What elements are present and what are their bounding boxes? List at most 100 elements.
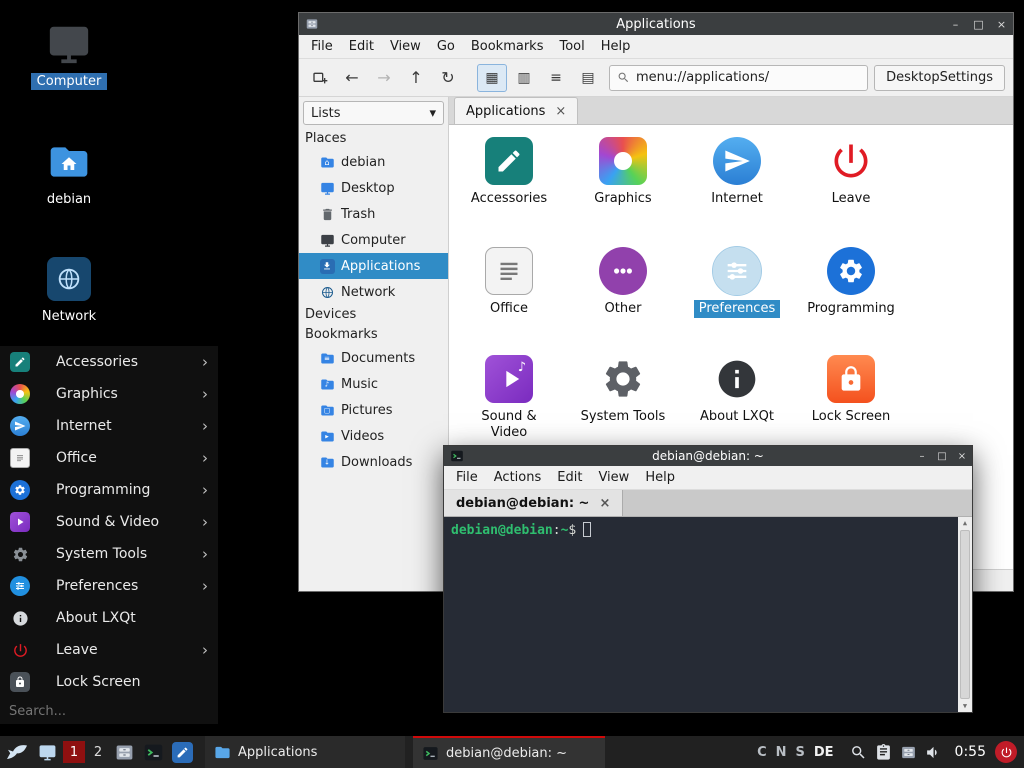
fm-menu-go[interactable]: Go xyxy=(429,35,463,58)
minimize-button[interactable]: – xyxy=(912,451,932,462)
desktop-icon xyxy=(38,743,57,762)
desktop-icon-computer[interactable]: Computer xyxy=(21,20,117,90)
menu-item-accessories[interactable]: Accessories › xyxy=(0,346,218,378)
sidebar-item-desktop[interactable]: Desktop xyxy=(299,175,448,201)
menu-item-graphics[interactable]: Graphics › xyxy=(0,378,218,410)
sidebar-mode-dropdown[interactable]: Lists ▾ xyxy=(303,101,444,125)
app-tile-other[interactable]: Other xyxy=(573,247,673,318)
app-tile-preferences[interactable]: Preferences xyxy=(687,247,787,318)
detailed-view-button[interactable]: ▤ xyxy=(573,64,603,92)
app-tile-about-lxqt[interactable]: About LXQt xyxy=(687,355,787,426)
terminal-menu-actions[interactable]: Actions xyxy=(486,466,550,489)
menu-search-input[interactable] xyxy=(9,704,209,719)
fm-titlebar[interactable]: Applications – □ × xyxy=(299,13,1013,35)
terminal-menu-view[interactable]: View xyxy=(590,466,637,489)
terminal-menu-file[interactable]: File xyxy=(448,466,486,489)
app-tile-accessories[interactable]: Accessories xyxy=(459,137,559,208)
fm-menu-edit[interactable]: Edit xyxy=(341,35,382,58)
sidebar-item-label: Trash xyxy=(341,207,375,222)
forward-button[interactable]: → xyxy=(369,64,399,92)
terminal-tab[interactable]: debian@debian: ~ × xyxy=(444,490,623,516)
menu-item-system-tools[interactable]: System Tools › xyxy=(0,538,218,570)
app-tile-programming[interactable]: Programming xyxy=(801,247,901,318)
close-button[interactable]: × xyxy=(990,18,1013,31)
compact-view-button[interactable]: ≡ xyxy=(541,64,571,92)
sidebar-item-computer[interactable]: Computer xyxy=(299,227,448,253)
quicklaunch-editor[interactable] xyxy=(168,736,197,768)
icon-view-button[interactable]: ▦ xyxy=(477,64,507,92)
scroll-down-icon[interactable]: ▼ xyxy=(958,700,972,712)
fm-menubar: File Edit View Go Bookmarks Tool Help xyxy=(299,35,1013,59)
keyboard-indicator[interactable]: C N S DE xyxy=(757,745,833,760)
maximize-button[interactable]: □ xyxy=(967,18,990,31)
tab-close-icon[interactable]: × xyxy=(555,104,566,119)
maximize-button[interactable]: □ xyxy=(932,451,952,462)
sidebar-item-applications[interactable]: Applications xyxy=(299,253,448,279)
clock[interactable]: 0:55 xyxy=(955,744,986,760)
task-button-terminal[interactable]: debian@debian: ~ xyxy=(413,736,605,768)
fm-menu-tool[interactable]: Tool xyxy=(551,35,592,58)
fm-menu-help[interactable]: Help xyxy=(593,35,639,58)
menu-item-leave[interactable]: Leave › xyxy=(0,634,218,666)
up-button[interactable]: ↑ xyxy=(401,64,431,92)
quicklaunch-terminal[interactable] xyxy=(139,736,168,768)
menu-item-label: Programming xyxy=(56,482,150,498)
terminal-menu-edit[interactable]: Edit xyxy=(549,466,590,489)
sidebar-item-network[interactable]: Network xyxy=(299,279,448,305)
app-tile-office[interactable]: Office xyxy=(459,247,559,318)
tab-close-icon[interactable]: × xyxy=(599,496,610,511)
menu-item-about-lxqt[interactable]: About LXQt xyxy=(0,602,218,634)
task-button-file-manager[interactable]: Applications xyxy=(205,736,405,768)
menu-item-office[interactable]: Office › xyxy=(0,442,218,474)
back-button[interactable]: ← xyxy=(337,64,367,92)
fm-menu-file[interactable]: File xyxy=(303,35,341,58)
menu-item-lock-screen[interactable]: Lock Screen xyxy=(0,666,218,698)
fm-menu-bookmarks[interactable]: Bookmarks xyxy=(463,35,552,58)
scroll-up-icon[interactable]: ▲ xyxy=(958,517,972,529)
terminal-icon xyxy=(143,742,164,763)
sidebar-item-pictures[interactable]: ▢ Pictures xyxy=(299,397,448,423)
sidebar-item-videos[interactable]: ▸ Videos xyxy=(299,423,448,449)
tray-search-icon[interactable] xyxy=(846,736,871,768)
new-tab-button[interactable] xyxy=(305,64,335,92)
sidebar-item-trash[interactable]: Trash xyxy=(299,201,448,227)
terminal-scrollbar[interactable]: ▲ ▼ xyxy=(958,517,972,712)
desktop-icon-home[interactable]: debian xyxy=(21,138,117,208)
terminal-screen[interactable]: debian@debian:~$ ▲ ▼ xyxy=(444,517,972,712)
scrollbar-thumb[interactable] xyxy=(960,530,970,699)
menu-item-programming[interactable]: Programming › xyxy=(0,474,218,506)
app-tile-lock-screen[interactable]: Lock Screen xyxy=(801,355,901,426)
terminal-menu-help[interactable]: Help xyxy=(637,466,683,489)
app-tile-graphics[interactable]: Graphics xyxy=(573,137,673,208)
sidebar-item-documents[interactable]: ≡ Documents xyxy=(299,345,448,371)
tray-app-icon[interactable] xyxy=(896,736,921,768)
workspace-1-button[interactable]: 1 xyxy=(63,741,85,763)
workspace-2-button[interactable]: 2 xyxy=(87,741,109,763)
close-button[interactable]: × xyxy=(952,451,972,462)
desktop-settings-button[interactable]: DesktopSettings xyxy=(874,65,1005,91)
sidebar-item-home[interactable]: ⌂ debian xyxy=(299,149,448,175)
show-desktop-button[interactable] xyxy=(33,736,62,768)
fm-menu-view[interactable]: View xyxy=(382,35,429,58)
terminal-titlebar[interactable]: debian@debian: ~ – □ × xyxy=(444,446,972,466)
quicklaunch-file-manager[interactable] xyxy=(110,736,139,768)
volume-button[interactable] xyxy=(921,736,946,768)
app-tile-sound-video[interactable]: ♪ Sound & Video xyxy=(459,355,559,443)
menu-item-sound-video[interactable]: Sound & Video › xyxy=(0,506,218,538)
menu-item-internet[interactable]: Internet › xyxy=(0,410,218,442)
fm-tab-applications[interactable]: Applications × xyxy=(454,97,578,124)
start-menu-button[interactable] xyxy=(0,736,33,768)
minimize-button[interactable]: – xyxy=(944,18,967,31)
app-tile-internet[interactable]: Internet xyxy=(687,137,787,208)
tray-clipboard-icon[interactable] xyxy=(871,736,896,768)
thumbnail-view-button[interactable]: ▥ xyxy=(509,64,539,92)
refresh-button[interactable]: ↻ xyxy=(433,64,463,92)
path-input[interactable] xyxy=(636,70,860,85)
app-tile-system-tools[interactable]: System Tools xyxy=(573,355,673,426)
app-tile-leave[interactable]: Leave xyxy=(801,137,901,208)
shutdown-tray-button[interactable] xyxy=(995,741,1017,763)
menu-item-preferences[interactable]: Preferences › xyxy=(0,570,218,602)
desktop-icon-network[interactable]: Network xyxy=(21,255,117,325)
sidebar-item-music[interactable]: ♪ Music xyxy=(299,371,448,397)
sidebar-item-downloads[interactable]: ↓ Downloads xyxy=(299,449,448,475)
